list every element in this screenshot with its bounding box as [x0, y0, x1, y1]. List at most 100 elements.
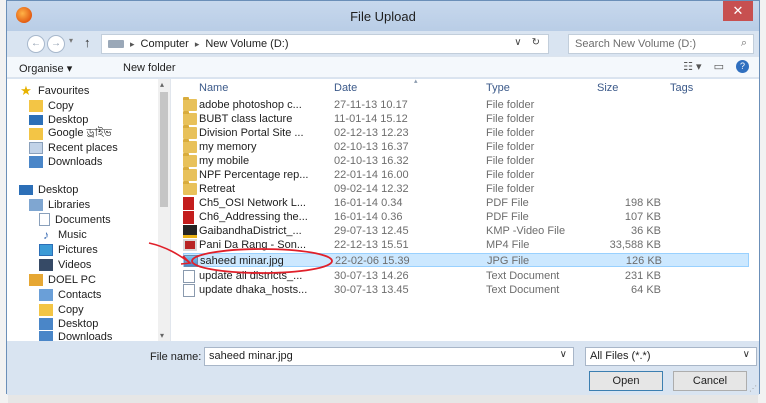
folder-icon	[183, 111, 197, 125]
nav-item-music[interactable]: ♪ Music	[39, 227, 87, 242]
open-button[interactable]: Open	[589, 371, 663, 391]
file-row[interactable]: NPF Percentage rep... 22-01-14 16.00 Fil…	[183, 167, 749, 182]
scroll-down-icon[interactable]: ▾	[160, 331, 164, 340]
preview-pane-icon[interactable]: ▭	[714, 60, 724, 73]
file-row[interactable]: Division Portal Site ... 02-12-13 12.23 …	[183, 125, 749, 140]
nav-item-recent-places[interactable]: Recent places	[29, 140, 118, 155]
chevron-right-icon: ▸	[130, 38, 135, 49]
file-type: File folder	[486, 183, 535, 195]
file-row[interactable]: BUBT class lacture 11-01-14 15.12 File f…	[183, 111, 749, 126]
file-row[interactable]: Retreat 09-02-14 12.32 File folder	[183, 181, 749, 196]
file-name: saheed minar.jpg	[200, 255, 284, 267]
refresh-icon[interactable]: ↻	[532, 37, 540, 48]
file-type: JPG File	[487, 255, 530, 267]
file-date: 02-10-13 16.37	[334, 141, 409, 153]
new-folder-button[interactable]: New folder	[123, 62, 176, 74]
desktop-icon	[39, 317, 53, 330]
cancel-button[interactable]: Cancel	[673, 371, 747, 391]
nav-item-documents[interactable]: Documents	[39, 212, 111, 227]
address-dropdown-icon[interactable]: ∨	[514, 37, 521, 48]
nav-item-desktop-root[interactable]: Desktop	[19, 182, 78, 197]
nav-item-pictures[interactable]: Pictures	[39, 242, 98, 257]
file-date: 16-01-14 0.34	[334, 197, 403, 209]
user-folder-icon	[29, 273, 43, 286]
up-arrow-icon: ↑	[84, 35, 91, 50]
navigation-scrollbar[interactable]: ▴ ▾	[158, 79, 170, 341]
jpg-image-icon	[184, 255, 198, 267]
nav-item-google-drive[interactable]: Google ড্রাইভ	[29, 126, 112, 141]
up-level-button[interactable]: ↑	[84, 35, 91, 50]
file-size: 126 KB	[625, 255, 662, 267]
nav-item-label: Pictures	[58, 243, 98, 256]
folder-icon	[183, 153, 197, 167]
chevron-down-icon[interactable]: ∨	[743, 349, 750, 360]
nav-item-doel-pc[interactable]: DOEL PC	[29, 272, 96, 287]
column-header-size[interactable]: Size	[597, 82, 618, 94]
file-type: Text Document	[486, 270, 560, 282]
column-header-type[interactable]: Type	[486, 82, 510, 94]
search-icon[interactable]: ⌕	[741, 37, 747, 50]
file-date: 22-02-06 15.39	[335, 255, 410, 267]
scroll-up-icon[interactable]: ▴	[160, 80, 164, 89]
scrollbar-thumb[interactable]	[160, 92, 168, 207]
file-row[interactable]: Ch6_Addressing the... 16-01-14 0.36 PDF …	[183, 210, 749, 224]
close-button[interactable]: ✕	[723, 1, 753, 21]
nav-item-label: Recent places	[48, 141, 118, 154]
nav-item-libraries[interactable]: Libraries	[29, 197, 90, 212]
file-date: 27-11-13 10.17	[334, 99, 408, 111]
file-name: NPF Percentage rep...	[199, 169, 309, 181]
change-view-icon[interactable]: ☷ ▾	[683, 60, 701, 73]
file-row[interactable]: my mobile 02-10-13 16.32 File folder	[183, 153, 749, 168]
chevron-right-icon: ▸	[194, 38, 200, 49]
file-list: Name ▴ Date Type Size Tags adobe photosh…	[179, 78, 759, 341]
nav-item-label: Desktop	[38, 183, 79, 196]
forward-button[interactable]: →	[47, 35, 65, 53]
search-input[interactable]: Search New Volume (D:) ⌕	[568, 34, 754, 54]
recent-locations-dropdown[interactable]: ▾	[69, 36, 73, 45]
file-date: 29-07-13 12.45	[334, 225, 409, 237]
file-name: Pani Da Rang - Son...	[199, 239, 307, 251]
file-row[interactable]: update all districts_... 30-07-13 14.26 …	[183, 269, 749, 283]
file-size: 64 KB	[631, 284, 661, 296]
file-row-selected[interactable]: saheed minar.jpg 22-02-06 15.39 JPG File…	[183, 253, 749, 267]
file-row[interactable]: update dhaka_hosts... 30-07-13 13.45 Tex…	[183, 283, 749, 297]
file-row[interactable]: GaibandhaDistrict_... 29-07-13 12.45 KMP…	[183, 224, 749, 238]
nav-item-contacts[interactable]: Contacts	[39, 287, 101, 302]
breadcrumb-new-volume[interactable]: New Volume (D:)	[205, 38, 288, 50]
file-row[interactable]: my memory 02-10-13 16.37 File folder	[183, 139, 749, 154]
file-date: 02-10-13 16.32	[334, 155, 409, 167]
chevron-down-icon[interactable]: ∨	[560, 349, 567, 360]
nav-item-favourites[interactable]: ★ Favourites	[19, 83, 89, 98]
file-row[interactable]: Pani Da Rang - Son... 22-12-13 15.51 MP4…	[183, 238, 749, 252]
nav-item-copy-2[interactable]: Copy	[39, 302, 84, 317]
folder-icon	[183, 139, 197, 153]
nav-item-label: Documents	[55, 213, 111, 226]
column-header-name[interactable]: Name	[199, 82, 228, 94]
kmp-video-icon	[183, 225, 197, 238]
file-name: Ch6_Addressing the...	[199, 211, 308, 223]
documents-icon	[39, 213, 50, 226]
file-type: File folder	[486, 155, 535, 167]
address-bar[interactable]: ▸ Computer ▸ New Volume (D:) ∨ ↻	[101, 34, 549, 54]
breadcrumb-computer[interactable]: Computer	[141, 38, 189, 50]
file-type-select[interactable]: All Files (*.*) ∨	[585, 347, 757, 366]
back-button[interactable]: ←	[27, 35, 45, 53]
file-size: 36 KB	[631, 225, 661, 237]
file-date: 22-12-13 15.51	[334, 239, 409, 251]
organise-menu-button[interactable]: Organise ▾	[19, 62, 72, 75]
file-name-input[interactable]: saheed minar.jpg ∨	[204, 347, 574, 366]
file-date: 30-07-13 14.26	[334, 270, 409, 282]
browser-content: ★ Favourites Copy Desktop Google ড্রাইভ …	[7, 78, 759, 343]
column-header-tags[interactable]: Tags	[670, 82, 693, 94]
nav-item-downloads[interactable]: Downloads	[29, 154, 102, 169]
contacts-icon	[39, 288, 53, 301]
help-icon[interactable]: ?	[736, 60, 749, 73]
file-row[interactable]: Ch5_OSI Network L... 16-01-14 0.34 PDF F…	[183, 196, 749, 210]
resize-grip-icon[interactable]: ⋰	[749, 384, 757, 393]
pictures-icon	[39, 243, 53, 256]
nav-item-copy[interactable]: Copy	[29, 98, 74, 113]
desktop-icon	[19, 184, 33, 195]
file-row[interactable]: adobe photoshop c... 27-11-13 10.17 File…	[183, 97, 749, 112]
column-header-date[interactable]: Date	[334, 82, 357, 94]
nav-item-videos[interactable]: Videos	[39, 257, 91, 272]
